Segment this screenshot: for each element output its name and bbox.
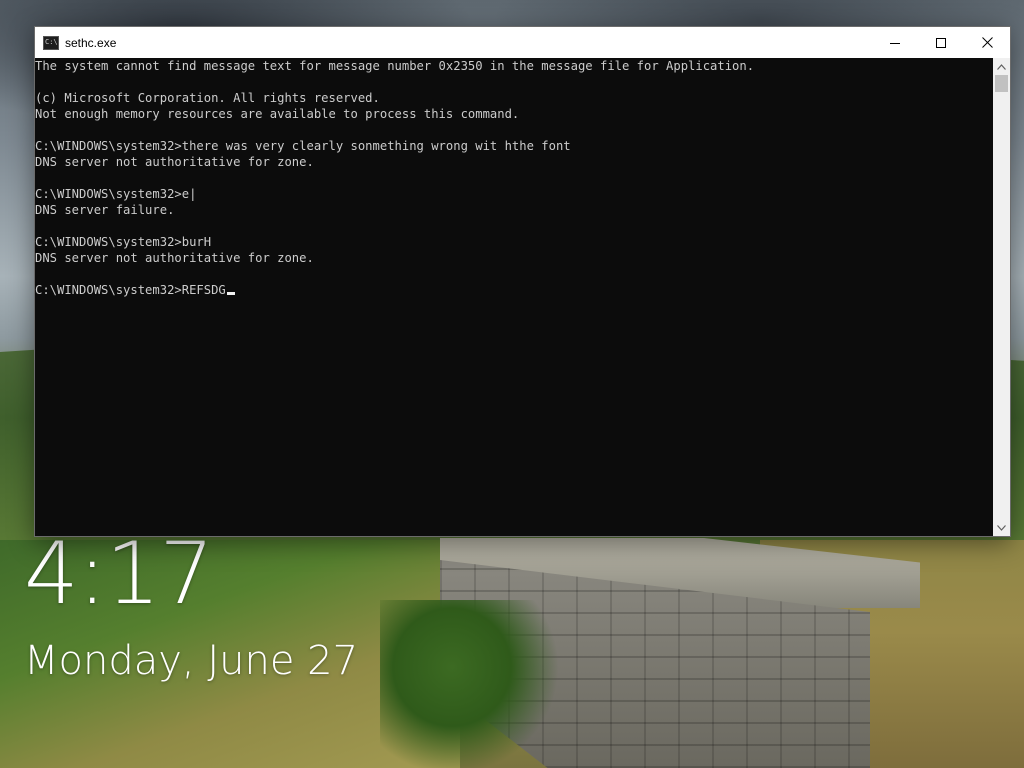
lock-screen-date: Monday, June 27 <box>24 638 359 684</box>
scroll-thumb[interactable] <box>995 75 1008 92</box>
console-output[interactable]: The system cannot find message text for … <box>35 58 993 536</box>
console-line: DNS server not authoritative for zone. <box>35 155 314 169</box>
console-window[interactable]: C:\ sethc.exe The system cannot find mes… <box>34 26 1011 537</box>
window-title: sethc.exe <box>65 35 117 50</box>
scroll-down-button[interactable] <box>993 519 1010 536</box>
minimize-button[interactable] <box>872 27 918 58</box>
console-line: C:\WINDOWS\system32>burH <box>35 235 212 249</box>
console-line: The system cannot find message text for … <box>35 59 755 73</box>
wallpaper-shrubs <box>380 600 560 768</box>
chevron-down-icon <box>997 524 1006 531</box>
text-cursor <box>226 292 235 295</box>
console-prompt-line[interactable]: C:\WINDOWS\system32>REFSDG <box>35 282 235 298</box>
maximize-icon <box>936 37 946 48</box>
close-icon <box>981 37 993 48</box>
console-line: DNS server not authoritative for zone. <box>35 251 314 265</box>
vertical-scrollbar[interactable] <box>993 58 1010 536</box>
console-app-icon[interactable]: C:\ <box>43 35 59 50</box>
title-bar[interactable]: C:\ sethc.exe <box>35 27 1010 58</box>
current-command-input[interactable]: C:\WINDOWS\system32>REFSDG <box>35 283 226 297</box>
scroll-up-button[interactable] <box>993 58 1010 75</box>
minimize-icon <box>890 42 900 44</box>
caption-buttons <box>872 27 1010 58</box>
console-line: Not enough memory resources are availabl… <box>35 107 520 121</box>
lock-screen-time: 4:17 <box>24 524 214 624</box>
console-line: C:\WINDOWS\system32>there was very clear… <box>35 139 571 153</box>
console-line: (c) Microsoft Corporation. All rights re… <box>35 91 380 105</box>
console-line: DNS server failure. <box>35 203 175 217</box>
chevron-up-icon <box>997 63 1006 70</box>
close-button[interactable] <box>964 27 1010 58</box>
console-line: C:\WINDOWS\system32>e| <box>35 187 197 201</box>
maximize-button[interactable] <box>918 27 964 58</box>
